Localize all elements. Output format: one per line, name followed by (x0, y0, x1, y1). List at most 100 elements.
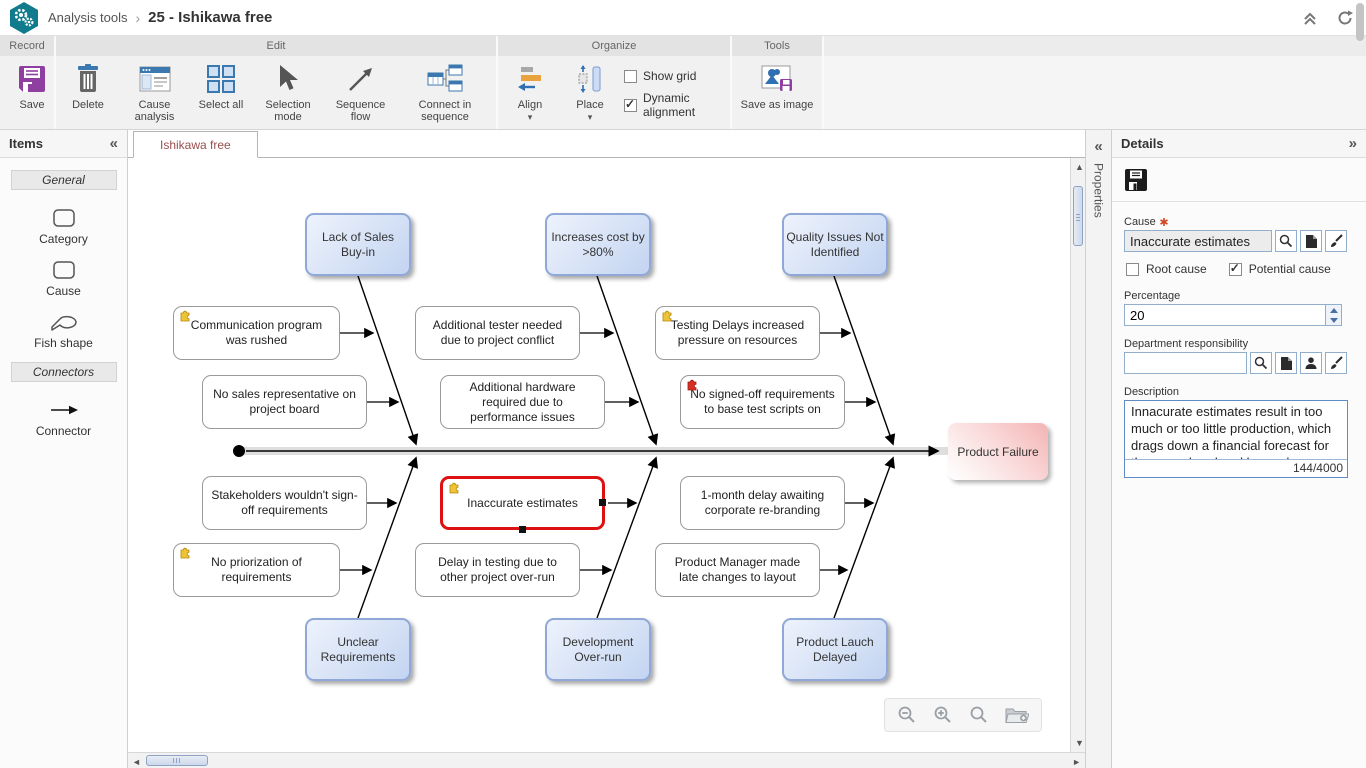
details-collapse-icon[interactable]: » (1349, 135, 1357, 152)
breadcrumb-chevron-icon: › (135, 10, 140, 26)
export-folder-icon[interactable] (1005, 705, 1029, 725)
app-header: Analysis tools › 25 - Ishikawa free (0, 0, 1366, 36)
scroll-right-icon[interactable]: ► (1072, 757, 1081, 767)
category-box[interactable]: Quality Issues Not Identified (782, 213, 888, 276)
zoom-search-icon[interactable] (969, 705, 989, 725)
canvas-horizontal-scrollbar[interactable]: ◄ ► (128, 752, 1085, 768)
dynamic-alignment-label: Dynamic alignment (643, 91, 724, 119)
effect-box[interactable]: Product Failure (948, 423, 1048, 480)
place-dropdown-caret-icon[interactable]: ▾ (588, 112, 593, 123)
root-cause-checkbox[interactable] (1126, 263, 1139, 276)
cause-analysis-button[interactable]: Cause analysis (122, 61, 187, 123)
breadcrumb[interactable]: Analysis tools (48, 10, 127, 25)
cause-box[interactable]: Additional tester needed due to project … (415, 306, 580, 360)
horizontal-scroll-thumb[interactable] (146, 755, 208, 766)
cause-box[interactable]: Delay in testing due to other project ov… (415, 543, 580, 597)
scroll-up-icon[interactable]: ▲ (1075, 162, 1084, 172)
diagram-canvas[interactable]: Lack of Sales Buy-in Increases cost by >… (128, 158, 1070, 752)
department-search-button[interactable] (1250, 352, 1272, 374)
spinner-down-icon[interactable] (1326, 315, 1341, 325)
sequence-flow-button[interactable]: Sequence flow (329, 61, 392, 123)
select-all-button[interactable]: Select all (195, 61, 247, 111)
zoom-in-icon[interactable] (933, 705, 953, 725)
sequence-flow-icon (346, 61, 376, 97)
cause-box[interactable]: Additional hardware required due to perf… (440, 375, 605, 429)
cause-box[interactable]: No signed-off requirements to base test … (680, 375, 845, 429)
sidebar-item-cause[interactable]: Cause (0, 256, 127, 298)
select-all-label: Select all (199, 99, 244, 111)
selection-handle-bottom[interactable] (519, 526, 526, 533)
cause-box[interactable]: 1-month delay awaiting corporate re-bran… (680, 476, 845, 530)
category-box[interactable]: Lack of Sales Buy-in (305, 213, 411, 276)
show-grid-checkbox-row[interactable]: Show grid (624, 69, 724, 83)
cause-text: Additional hardware required due to perf… (449, 380, 596, 425)
category-box[interactable]: Product Lauch Delayed (782, 618, 888, 681)
canvas-vertical-scrollbar[interactable]: ▲ ▼ (1070, 158, 1085, 752)
cause-box[interactable]: Product Manager made late changes to lay… (655, 543, 820, 597)
align-dropdown-caret-icon[interactable]: ▾ (528, 112, 533, 123)
department-brush-button[interactable] (1325, 352, 1347, 374)
details-save-icon[interactable] (1124, 168, 1148, 192)
refresh-icon[interactable] (1336, 9, 1354, 27)
cause-box[interactable]: No sales representative on project board (202, 375, 367, 429)
cause-input[interactable] (1124, 230, 1272, 252)
department-person-button[interactable] (1300, 352, 1322, 374)
properties-collapse-icon[interactable]: « (1094, 138, 1102, 155)
cause-box[interactable]: Testing Delays increased pressure on res… (655, 306, 820, 360)
save-button[interactable]: Save (6, 61, 58, 111)
tab-ishikawa-free[interactable]: Ishikawa free (133, 131, 258, 158)
spinner-up-icon[interactable] (1326, 305, 1341, 315)
select-all-icon (206, 61, 236, 97)
percentage-input[interactable] (1125, 305, 1325, 325)
root-cause-checkbox-row[interactable]: Root cause (1126, 262, 1207, 276)
potential-cause-checkbox-row[interactable]: Potential cause (1229, 262, 1331, 276)
place-button[interactable]: Place ▾ (564, 61, 616, 123)
selection-handle-right[interactable] (599, 499, 606, 506)
cause-text: Additional tester needed due to project … (424, 318, 571, 348)
cause-box[interactable]: Stakeholders wouldn't sign-off requireme… (202, 476, 367, 530)
zoom-out-icon[interactable] (897, 705, 917, 725)
description-scroll-thumb[interactable] (1356, 3, 1364, 41)
percentage-stepper[interactable] (1124, 304, 1342, 326)
percentage-spinner[interactable] (1325, 305, 1341, 325)
category-box[interactable]: Increases cost by >80% (545, 213, 651, 276)
collapse-ribbon-icon[interactable] (1302, 10, 1318, 26)
cause-box-selected[interactable]: Inaccurate estimates (440, 476, 605, 530)
align-button[interactable]: Align ▾ (504, 61, 556, 123)
cause-document-button[interactable] (1300, 230, 1322, 252)
dynamic-alignment-checkbox[interactable] (624, 99, 637, 112)
description-field[interactable]: Innacurate estimates result in too much … (1124, 400, 1348, 478)
items-collapse-icon[interactable]: « (110, 135, 118, 152)
scroll-down-icon[interactable]: ▼ (1075, 738, 1084, 748)
save-as-image-button[interactable]: Save as image (741, 61, 814, 111)
department-input[interactable] (1124, 352, 1247, 374)
puzzle-icon (448, 481, 461, 498)
potential-cause-checkbox[interactable] (1229, 263, 1242, 276)
sidebar-item-connector[interactable]: Connector (0, 396, 127, 438)
category-box[interactable]: Development Over-run (545, 618, 651, 681)
selection-mode-icon (276, 61, 300, 97)
sidebar-item-category[interactable]: Category (0, 204, 127, 246)
category-text: Lack of Sales Buy-in (309, 230, 407, 260)
tab-bar: Ishikawa free (128, 130, 1085, 158)
delete-button[interactable]: Delete (62, 61, 114, 111)
dynamic-alignment-checkbox-row[interactable]: Dynamic alignment (624, 91, 724, 119)
category-box[interactable]: Unclear Requirements (305, 618, 411, 681)
vertical-scroll-thumb[interactable] (1073, 186, 1083, 246)
cause-search-button[interactable] (1275, 230, 1297, 252)
place-label: Place (576, 99, 604, 111)
description-text[interactable]: Innacurate estimates result in too much … (1125, 401, 1347, 459)
cause-box[interactable]: No priorization of requirements (173, 543, 340, 597)
department-document-button[interactable] (1275, 352, 1297, 374)
show-grid-checkbox[interactable] (624, 70, 637, 83)
properties-strip[interactable]: « Properties (1085, 130, 1112, 768)
cause-brush-button[interactable] (1325, 230, 1347, 252)
items-panel-header: Items « (0, 130, 127, 158)
scroll-left-icon[interactable]: ◄ (132, 757, 141, 767)
sidebar-item-fish-shape[interactable]: Fish shape (0, 308, 127, 350)
cause-analysis-label: Cause analysis (122, 99, 187, 123)
cause-box[interactable]: Communication program was rushed (173, 306, 340, 360)
connect-in-sequence-button[interactable]: Connect in sequence (400, 61, 490, 123)
page-title: 25 - Ishikawa free (148, 9, 272, 26)
selection-mode-button[interactable]: Selection mode (255, 61, 321, 123)
